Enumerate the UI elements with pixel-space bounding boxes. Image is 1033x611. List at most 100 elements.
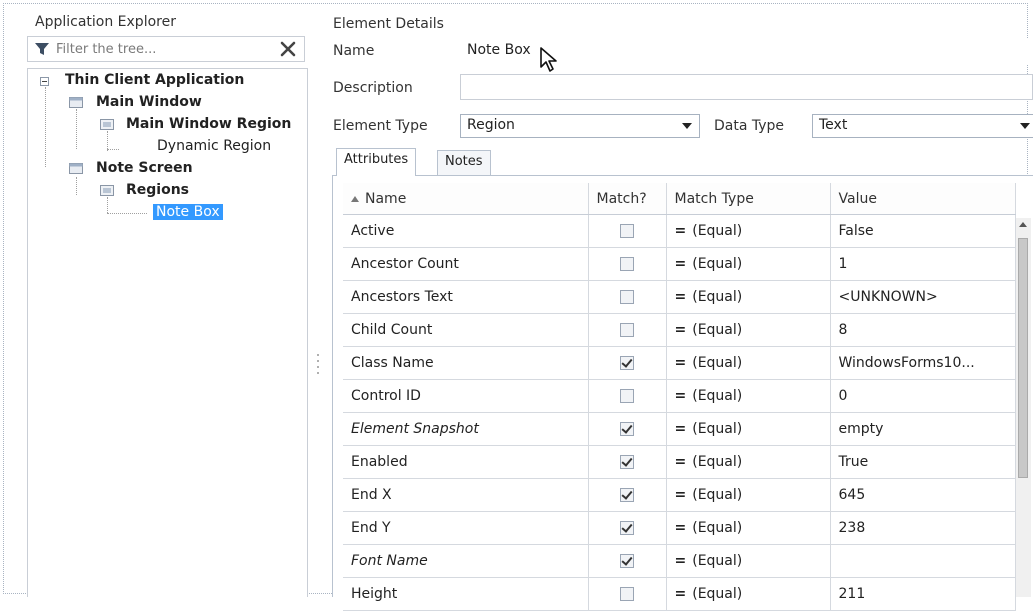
vertical-scrollbar[interactable] [1016, 218, 1031, 597]
column-header-match-type[interactable]: Match Type [666, 183, 831, 215]
column-header-name[interactable]: Name [343, 183, 589, 215]
table-row[interactable]: End Y = (Equal) 238 [343, 511, 1016, 545]
equals-icon: = [674, 223, 687, 239]
table-row[interactable]: Font Name = (Equal) [343, 544, 1016, 578]
match-type-cell[interactable]: = (Equal) [666, 280, 831, 314]
match-checkbox[interactable] [620, 389, 634, 403]
match-type-label: (Equal) [692, 256, 743, 272]
match-type-label: (Equal) [692, 322, 743, 338]
value-cell[interactable]: 238 [830, 511, 1016, 545]
attribute-name-cell: End Y [343, 511, 589, 545]
mouse-cursor-icon [540, 47, 557, 72]
value-cell[interactable]: WindowsForms10... [830, 346, 1016, 380]
match-checkbox[interactable] [620, 257, 634, 271]
region-icon [100, 119, 114, 130]
tree-filter-input[interactable] [56, 39, 276, 59]
match-type-cell[interactable]: = (Equal) [666, 478, 831, 512]
table-row[interactable]: End X = (Equal) 645 [343, 478, 1016, 512]
tree-node-main-window[interactable]: Main Window [96, 94, 202, 110]
description-field[interactable] [460, 74, 1033, 100]
match-checkbox[interactable] [620, 290, 634, 304]
table-row[interactable]: Child Count = (Equal) 8 [343, 313, 1016, 347]
tree-node-note-screen[interactable]: Note Screen [96, 160, 193, 176]
table-row[interactable]: Control ID = (Equal) 0 [343, 379, 1016, 413]
value-cell[interactable]: 211 [830, 577, 1016, 611]
match-type-label: (Equal) [692, 388, 743, 404]
match-type-cell[interactable]: = (Equal) [666, 379, 831, 413]
match-type-cell[interactable]: = (Equal) [666, 313, 831, 347]
match-type-cell[interactable]: = (Equal) [666, 577, 831, 611]
match-checkbox[interactable] [620, 323, 634, 337]
match-type-cell[interactable]: = (Equal) [666, 247, 831, 281]
panel-splitter[interactable] [316, 350, 320, 390]
tree-node-main-window-region[interactable]: Main Window Region [126, 116, 291, 132]
match-type-label: (Equal) [692, 487, 743, 503]
attribute-name-cell: Child Count [343, 313, 589, 347]
element-type-select[interactable]: Region [460, 114, 700, 138]
table-row[interactable]: Class Name = (Equal) WindowsForms10... [343, 346, 1016, 380]
attributes-grid: Name Match? Match Type Value Active = (Equ… [343, 183, 1016, 611]
tree-connector [107, 131, 108, 151]
match-type-cell[interactable]: = (Equal) [666, 511, 831, 545]
match-checkbox[interactable] [620, 224, 634, 238]
match-type-cell[interactable]: = (Equal) [666, 214, 831, 248]
table-row[interactable]: Element Snapshot = (Equal) empty [343, 412, 1016, 446]
match-checkbox[interactable] [620, 554, 634, 568]
match-checkbox[interactable] [620, 455, 634, 469]
tree-node-thin-client-application[interactable]: Thin Client Application [65, 72, 244, 88]
value-cell[interactable]: 645 [830, 478, 1016, 512]
scroll-up-arrow-icon[interactable] [1019, 222, 1027, 227]
equals-icon: = [674, 322, 687, 338]
attribute-name-cell: Class Name [343, 346, 589, 380]
data-type-select[interactable]: Text [812, 114, 1033, 138]
data-type-label: Data Type [714, 118, 785, 134]
table-row[interactable]: Ancestors Text = (Equal) <UNKNOWN> [343, 280, 1016, 314]
match-checkbox[interactable] [620, 356, 634, 370]
equals-icon: = [674, 289, 687, 305]
match-cell [588, 247, 667, 281]
value-cell[interactable]: 0 [830, 379, 1016, 413]
match-checkbox[interactable] [620, 488, 634, 502]
match-type-label: (Equal) [692, 289, 743, 305]
tab-attributes[interactable]: Attributes [336, 148, 417, 176]
match-type-cell[interactable]: = (Equal) [666, 346, 831, 380]
tree-node-dynamic-region[interactable]: Dynamic Region [157, 138, 271, 154]
attribute-name-cell: Element Snapshot [343, 412, 589, 446]
region-icon [100, 185, 114, 196]
tree-node-note-box[interactable]: Note Box [153, 204, 223, 220]
tab-notes[interactable]: Notes [437, 150, 491, 176]
match-checkbox[interactable] [620, 422, 634, 436]
match-checkbox[interactable] [620, 521, 634, 535]
close-x-icon[interactable] [279, 40, 297, 58]
value-cell[interactable]: empty [830, 412, 1016, 446]
chevron-down-icon [1020, 123, 1030, 129]
match-checkbox[interactable] [620, 587, 634, 601]
value-cell[interactable] [830, 544, 1016, 578]
table-row[interactable]: Height = (Equal) 211 [343, 577, 1016, 611]
equals-icon: = [674, 553, 687, 569]
collapse-toggle-icon[interactable] [40, 77, 49, 86]
match-cell [588, 346, 667, 380]
scrollbar-thumb[interactable] [1018, 238, 1028, 478]
match-type-cell[interactable]: = (Equal) [666, 445, 831, 479]
column-header-name-label: Name [365, 190, 407, 207]
value-cell[interactable]: True [830, 445, 1016, 479]
value-cell[interactable]: 8 [830, 313, 1016, 347]
table-row[interactable]: Active = (Equal) False [343, 214, 1016, 248]
tree-filter-box[interactable] [27, 36, 305, 62]
match-type-cell[interactable]: = (Equal) [666, 544, 831, 578]
table-row[interactable]: Enabled = (Equal) True [343, 445, 1016, 479]
tree-connector [45, 87, 46, 167]
table-row[interactable]: Ancestor Count = (Equal) 1 [343, 247, 1016, 281]
value-cell[interactable]: False [830, 214, 1016, 248]
value-cell[interactable]: 1 [830, 247, 1016, 281]
details-title: Element Details [333, 16, 444, 32]
match-cell [588, 280, 667, 314]
tree-node-regions[interactable]: Regions [126, 182, 189, 198]
column-header-value[interactable]: Value [830, 183, 1016, 215]
attribute-name-cell: Enabled [343, 445, 589, 479]
match-type-cell[interactable]: = (Equal) [666, 412, 831, 446]
data-type-value: Text [819, 117, 848, 133]
column-header-match[interactable]: Match? [588, 183, 667, 215]
value-cell[interactable]: <UNKNOWN> [830, 280, 1016, 314]
